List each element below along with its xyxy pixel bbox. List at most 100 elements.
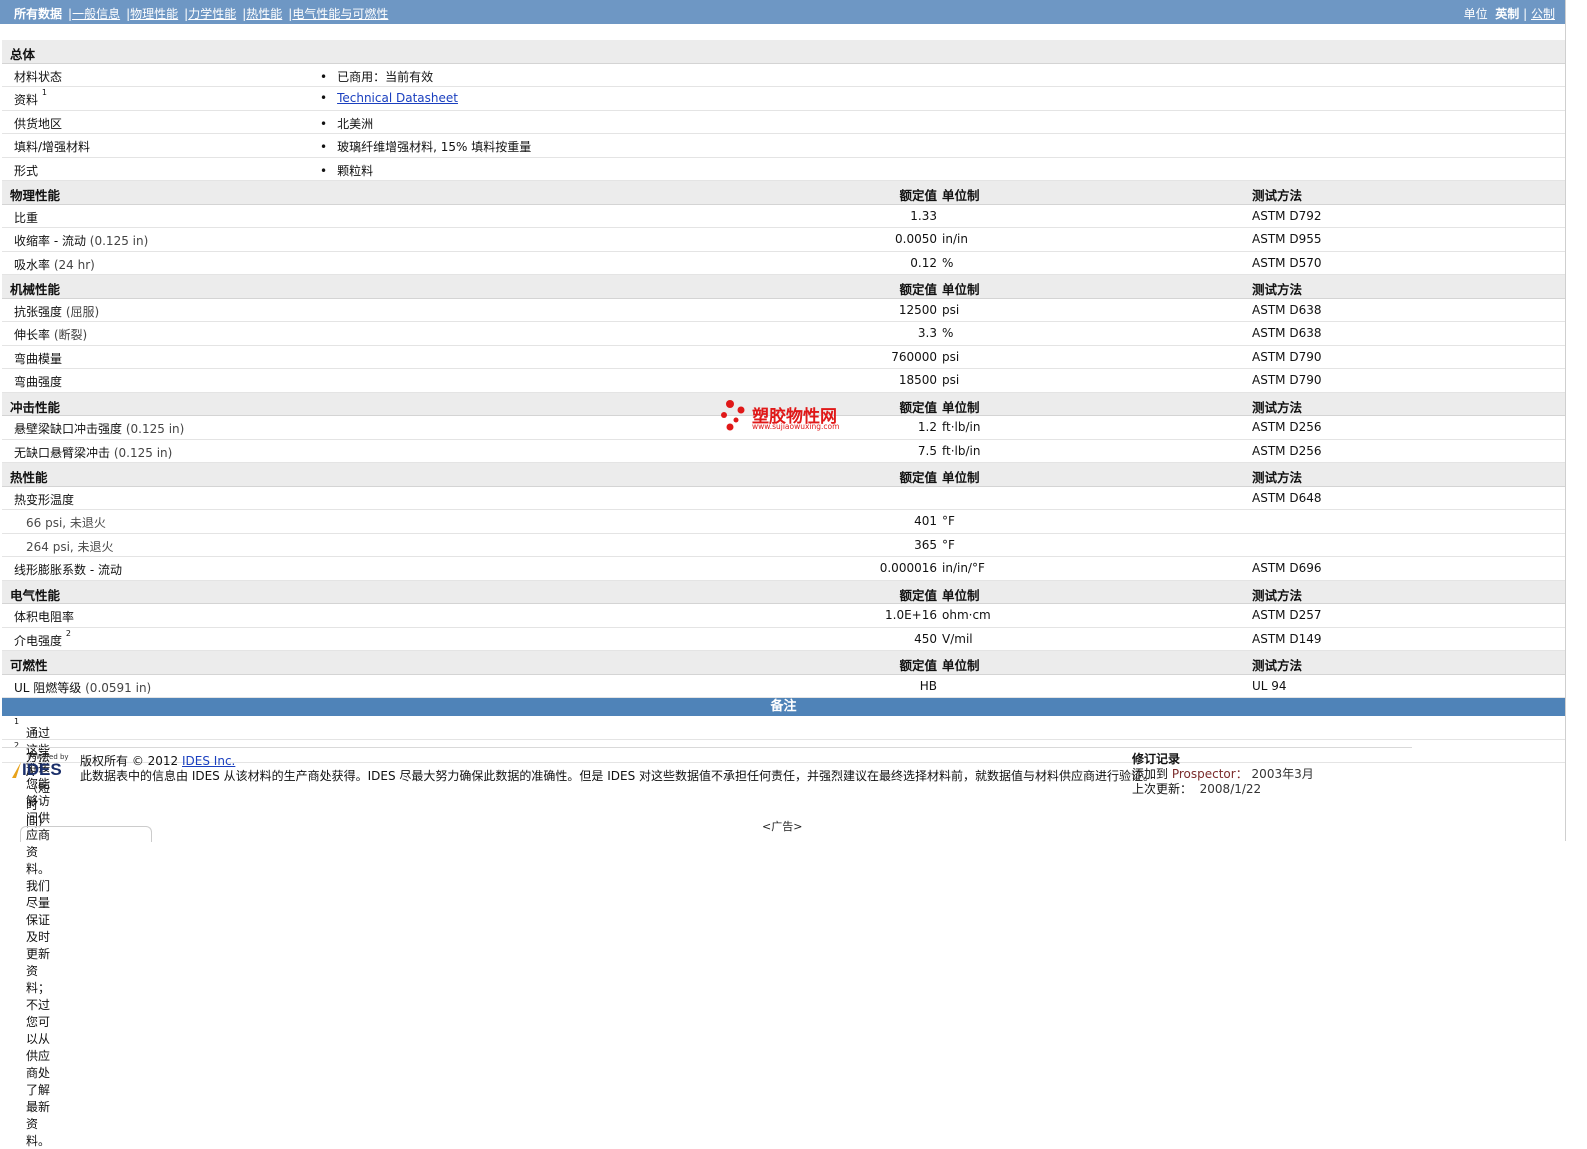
row-sublabel: 66 psi, 未退火 [26, 516, 106, 530]
tab-physical[interactable]: 物理性能 [130, 7, 178, 21]
section-title: 物理性能 [10, 188, 61, 203]
table-row: 伸长率 (断裂) 3.3 % ASTM D638 [2, 322, 1565, 346]
column-header-unit: 单位制 [942, 587, 980, 603]
table-row: 填料/增强材料 玻璃纤维增强材料, 15% 填料按重量 [2, 134, 1565, 158]
table-row: 吸水率 (24 hr) 0.12 % ASTM D570 [2, 252, 1565, 275]
row-value: 7.5 [917, 443, 937, 458]
unit-metric-button[interactable]: 公制 [1531, 7, 1555, 21]
table-row: 比重 1.33 ASTM D792 [2, 205, 1565, 228]
row-method: ASTM D638 [1252, 302, 1322, 317]
unit-english-button[interactable]: 英制 [1495, 7, 1519, 21]
section-title: 热性能 [10, 470, 48, 485]
row-condition: (0.0591 in) [85, 680, 152, 695]
row-label: 悬壁梁缺口冲击强度 (0.125 in) [14, 420, 184, 437]
row-value: 0.000016 [879, 561, 937, 575]
row-label: 体积电阻率 [14, 610, 75, 624]
tab-electrical-flammability[interactable]: 电气性能与可燃性 [292, 7, 388, 21]
table-row: 264 psi, 未退火 365 °F [2, 534, 1565, 557]
column-header-method: 测试方法 [1252, 282, 1303, 297]
tab-general-info[interactable]: 一般信息 [72, 7, 120, 21]
row-label: 材料状态 [14, 69, 63, 84]
footnote-1: 1 通过这些链接您能够访问供应商资料。我们尽量保证及时更新资料；不过您可以从供应… [2, 716, 1565, 1148]
ad-label: <广告> [762, 820, 803, 833]
footer: Powered by IDES 版权所有 © 2012 IDES Inc. 此数… [2, 750, 1412, 802]
updated-label: 上次更新： [1132, 782, 1193, 796]
row-unit: ft·lb/in [942, 443, 981, 458]
row-label-text: UL 阻燃等级 [14, 680, 82, 695]
row-condition: (屈服) [65, 304, 100, 319]
row-value: 玻璃纤维增强材料, 15% 填料按重量 [320, 138, 531, 155]
row-unit: °F [942, 514, 955, 528]
site-watermark: 塑胶物性网 www.sujiaowuxing.com [718, 398, 868, 434]
row-label: 填料/增强材料 [14, 140, 91, 154]
bottom-tab-edge [20, 826, 152, 842]
row-label: 吸水率 (24 hr) [14, 256, 95, 273]
table-row: 资料 1 Technical Datasheet [2, 87, 1565, 111]
section-header-thermal: 热性能 额定值 单位制 测试方法 [2, 463, 1565, 487]
tab-all-data[interactable]: 所有数据 [14, 7, 62, 21]
notes-header: 备注 [2, 698, 1565, 716]
scrollbar[interactable] [1565, 0, 1587, 841]
section-header-general: 总体 [2, 40, 1565, 64]
row-unit: in/in/°F [942, 561, 985, 575]
row-label-text: 无缺口悬臂梁冲击 [14, 445, 111, 460]
table-row: 收缩率 - 流动 (0.125 in) 0.0050 in/in ASTM D9… [2, 228, 1565, 252]
updated-date: 2008/1/22 [1199, 782, 1262, 796]
row-unit: ft·lb/in [942, 420, 981, 434]
disclaimer: 此数据表中的信息由 IDES 从该材料的生产商处获得。IDES 尽最大努力确保此… [80, 769, 1156, 783]
row-label: 线形膨胀系数 - 流动 [14, 563, 122, 577]
row-label-text: 比重 [14, 210, 39, 225]
row-sublabel: 264 psi, 未退火 [26, 539, 114, 554]
section-title: 可燃性 [10, 658, 48, 673]
revision-title: 修订记录 [1132, 752, 1181, 766]
row-label: 弯曲模量 [14, 350, 62, 367]
units-label: 单位 [1463, 7, 1488, 21]
row-value: 18500 [898, 373, 937, 387]
row-label: 资料 1 [14, 88, 47, 108]
row-value: 760000 [891, 349, 937, 364]
row-unit: V/mil [942, 631, 973, 646]
ides-logo[interactable]: Powered by IDES [8, 753, 74, 783]
table-row: UL 阻燃等级 (0.0591 in) HB UL 94 [2, 675, 1565, 698]
section-title: 总体 [10, 47, 36, 62]
footnote-ref: 1 [41, 88, 47, 97]
column-header-method: 测试方法 [1252, 470, 1303, 485]
column-header-unit: 单位制 [942, 282, 980, 297]
row-condition: (0.125 in) [113, 445, 173, 460]
column-header-value: 额定值 [899, 470, 937, 485]
row-label-text: 介电强度 [14, 633, 63, 648]
revision-updated: 上次更新： 2008/1/22 [1132, 780, 1314, 796]
row-value: 1.33 [910, 208, 937, 223]
nav-tabs: 所有数据 |一般信息 |物理性能 |力学性能 |热性能 |电气性能与可燃性 [14, 7, 389, 21]
technical-datasheet-link[interactable]: Technical Datasheet [337, 91, 458, 105]
column-header-unit: 单位制 [942, 188, 980, 203]
row-unit: % [942, 326, 954, 340]
row-method: ASTM D790 [1252, 349, 1322, 364]
tab-mechanical[interactable]: 力学性能 [188, 7, 236, 21]
column-header-unit: 单位制 [942, 658, 980, 673]
row-method: ASTM D790 [1252, 373, 1322, 387]
column-header-method: 测试方法 [1252, 658, 1303, 673]
ides-inc-link[interactable]: IDES Inc. [182, 754, 235, 768]
row-method: ASTM D696 [1252, 561, 1322, 575]
row-label-text: 悬壁梁缺口冲击强度 [14, 422, 123, 436]
section-title: 电气性能 [10, 587, 61, 603]
column-header-value: 额定值 [899, 399, 937, 415]
row-value: 颗粒料 [320, 162, 373, 179]
row-value: 已商用：当前有效 [320, 68, 433, 85]
row-label-text: 收缩率 - 流动 [14, 234, 86, 248]
row-value: 12500 [898, 302, 937, 317]
row-method: ASTM D570 [1252, 255, 1322, 270]
tab-thermal[interactable]: 热性能 [246, 7, 282, 21]
row-label-text: 资料 [14, 93, 39, 107]
row-value: Technical Datasheet [320, 91, 458, 105]
table-row: 形式 颗粒料 [2, 158, 1565, 181]
row-method: ASTM D638 [1252, 326, 1322, 340]
section-header-flammability: 可燃性 额定值 单位制 测试方法 [2, 651, 1565, 675]
copyright-text: 版权所有 © 2012 [80, 754, 179, 768]
table-row: 体积电阻率 1.0E+16 ohm·cm ASTM D257 [2, 604, 1565, 628]
ides-swoosh-icon [12, 762, 21, 778]
section-header-physical: 物理性能 额定值 单位制 测试方法 [2, 181, 1565, 205]
section-title: 机械性能 [10, 282, 61, 297]
table-row: 抗张强度 (屈服) 12500 psi ASTM D638 [2, 299, 1565, 322]
